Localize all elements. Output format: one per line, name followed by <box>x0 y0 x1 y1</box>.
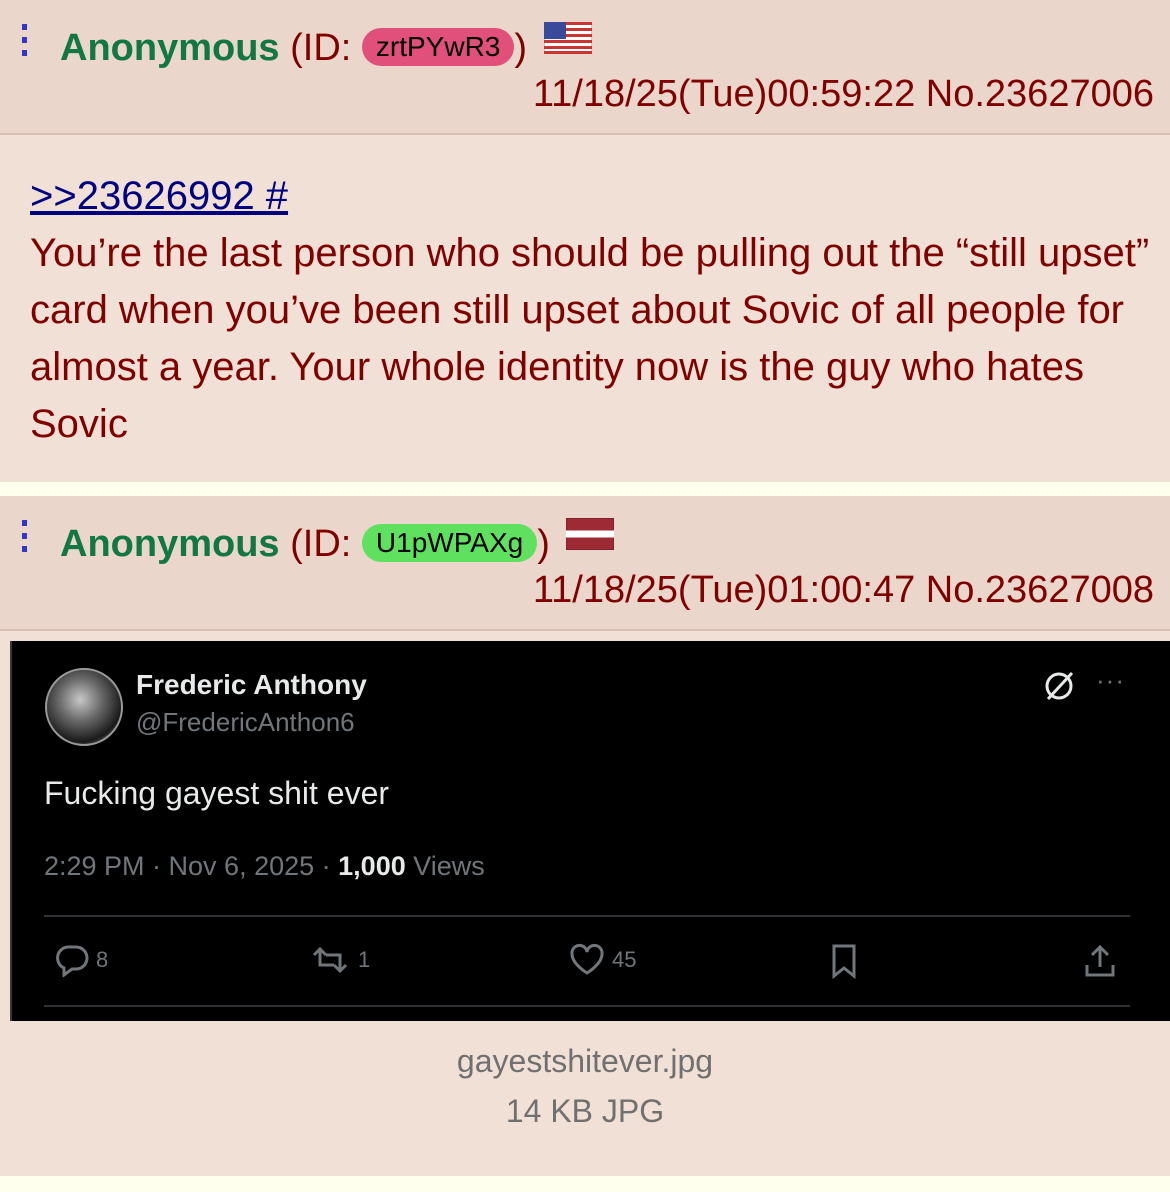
tweet-handle: @FredericAnthon6 <box>136 707 355 737</box>
comment-text: You’re the last person who should be pul… <box>30 231 1150 446</box>
us-flag-icon <box>543 18 593 66</box>
grok-icon <box>1042 669 1076 708</box>
share-action <box>1082 943 1118 979</box>
tweet-meta: 2:29 PM · Nov 6, 2025 · 1,000 Views <box>44 851 485 882</box>
quote-link[interactable]: >>23626992 # <box>30 168 1150 225</box>
post-datetime: 11/18/25(Tue)00:59:22 <box>532 73 916 115</box>
tweet-views-count: 1,000 <box>338 851 406 881</box>
bookmark-icon <box>832 944 856 979</box>
latvia-flag-icon <box>565 514 615 562</box>
tweet-display-name: Frederic Anthony <box>136 669 367 700</box>
like-count: 45 <box>612 947 637 972</box>
reply-action: 8 <box>54 943 108 977</box>
attached-image[interactable]: Frederic Anthony @FredericAnthon6 ··· Fu… <box>10 641 1170 1021</box>
post-menu-icon[interactable] <box>22 24 30 60</box>
heart-icon <box>570 943 604 975</box>
file-name-link[interactable]: gayestshitever.jpg <box>0 1036 1170 1086</box>
avatar <box>45 668 123 746</box>
poster-id-badge[interactable]: zrtPYwR3 <box>361 28 515 66</box>
bookmark-action <box>828 943 860 979</box>
reply-icon <box>56 945 89 977</box>
divider <box>44 915 1130 917</box>
post-dateline: 11/18/25(Tue)01:00:47 No.23627008 <box>533 566 1154 614</box>
file-info: gayestshitever.jpg 14 KB JPG <box>0 1036 1170 1136</box>
post-number-link[interactable]: No.23627008 <box>926 569 1154 611</box>
poster-id-badge[interactable]: U1pWPAXg <box>361 524 538 562</box>
post-comment: >>23626992 # You’re the last person who … <box>30 168 1150 453</box>
like-action: 45 <box>568 943 636 977</box>
post-header: Anonymous (ID: zrtPYwR3) 11/18/25(Tue)00… <box>0 0 1170 135</box>
reply-count: 8 <box>96 947 109 972</box>
tweet-views-label: Views <box>413 851 485 881</box>
post-nameline: Anonymous (ID: zrtPYwR3) <box>60 18 593 72</box>
tweet-text: Fucking gayest shit ever <box>44 775 390 811</box>
post-23627008: Anonymous (ID: U1pWPAXg) 11/18/25(Tue)01… <box>0 496 1170 1176</box>
repost-count: 1 <box>358 947 371 972</box>
poster-name: Anonymous <box>60 27 280 69</box>
poster-name: Anonymous <box>60 523 280 565</box>
id-label: (ID: <box>290 27 352 69</box>
share-icon <box>1085 944 1115 977</box>
repost-icon <box>312 946 348 974</box>
tweet-timestamp: 2:29 PM · Nov 6, 2025 · <box>44 851 331 881</box>
file-size-type: 14 KB JPG <box>505 1093 665 1129</box>
post-nameline: Anonymous (ID: U1pWPAXg) <box>60 514 615 568</box>
repost-action: 1 <box>308 943 370 977</box>
post-menu-icon[interactable] <box>22 520 30 556</box>
divider <box>44 1005 1130 1007</box>
id-close-paren: ) <box>537 523 550 565</box>
id-label: (ID: <box>290 523 352 565</box>
more-options-icon: ··· <box>1096 665 1125 695</box>
post-23627006: Anonymous (ID: zrtPYwR3) 11/18/25(Tue)00… <box>0 0 1170 482</box>
post-header: Anonymous (ID: U1pWPAXg) 11/18/25(Tue)01… <box>0 496 1170 631</box>
id-close-paren: ) <box>514 27 528 69</box>
post-number-link[interactable]: No.23627006 <box>926 73 1154 115</box>
post-dateline: 11/18/25(Tue)00:59:22 No.23627006 <box>533 70 1154 118</box>
post-datetime: 11/18/25(Tue)01:00:47 <box>532 569 916 611</box>
